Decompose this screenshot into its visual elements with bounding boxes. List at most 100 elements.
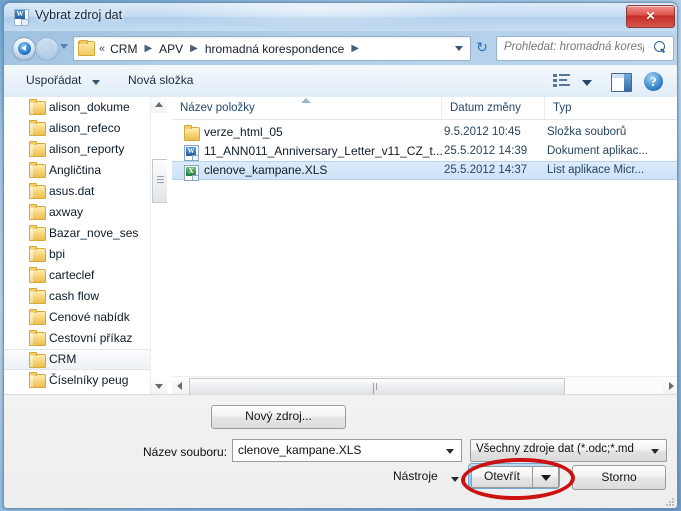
- forward-arrow-icon: [41, 42, 54, 55]
- refresh-icon[interactable]: ↻: [473, 38, 491, 56]
- breadcrumb-item-crm[interactable]: CRM: [108, 41, 139, 57]
- folder-icon: [29, 225, 46, 241]
- folder-icon: [29, 330, 46, 346]
- breadcrumb-item-apv[interactable]: APV: [157, 41, 185, 57]
- filename-input[interactable]: clenove_kampane.XLS: [232, 439, 462, 462]
- chevron-down-icon[interactable]: [455, 46, 463, 51]
- nav-tree-item-label: Cenové nabídk: [49, 310, 130, 324]
- open-dropdown-button[interactable]: [532, 466, 559, 488]
- file-row[interactable]: Xclenove_kampane.XLS 25.5.2012 14:37 List …: [172, 161, 677, 181]
- column-header-date[interactable]: Datum změny: [442, 97, 545, 119]
- close-button[interactable]: ✕: [626, 5, 675, 28]
- file-row[interactable]: verze_html_05 9.5.2012 10:45 Složka soubor…: [172, 123, 677, 142]
- file-list-pane: Název položky Datum změny Typ verze_html…: [172, 97, 677, 397]
- scroll-up-button[interactable]: [151, 97, 167, 113]
- dialog-footer: Nový zdroj... Název souboru: clenove_kam…: [4, 394, 677, 508]
- nav-tree-item-label: Angličtina: [49, 163, 102, 177]
- breadcrumb-item-hromadna-korespondence[interactable]: hromadná korespondence: [203, 41, 346, 57]
- file-date: 9.5.2012 10:45: [444, 126, 521, 138]
- chevron-down-icon[interactable]: [446, 449, 454, 454]
- navigation-pane-scrollbar[interactable]: [150, 97, 167, 394]
- scroll-left-button[interactable]: [172, 377, 188, 394]
- folder-icon: [29, 183, 46, 199]
- filename-label: Název souboru:: [143, 445, 228, 459]
- scrollbar-thumb[interactable]: [152, 159, 167, 203]
- sort-ascending-icon: [301, 98, 311, 103]
- chevron-down-icon[interactable]: [92, 80, 100, 85]
- list-view-icon[interactable]: [553, 74, 570, 90]
- chevron-down-icon[interactable]: [451, 477, 459, 482]
- nav-tree-item[interactable]: axway: [4, 202, 151, 223]
- help-icon[interactable]: ?: [644, 72, 663, 91]
- address-bar[interactable]: « CRM ▶ APV ▶ hromadná korespondence ▶: [73, 36, 471, 61]
- file-row[interactable]: W 11_ANN011_Anniversary_Letter_v11_CZ_t..…: [172, 142, 677, 161]
- breadcrumb-overflow[interactable]: «: [99, 43, 105, 55]
- new-folder-button[interactable]: Nová složka: [128, 73, 193, 87]
- nav-tree-item[interactable]: Bazar_nove_ses: [4, 223, 151, 244]
- nav-tree-item[interactable]: asus.dat: [4, 181, 151, 202]
- file-list: verze_html_05 9.5.2012 10:45 Složka soubor…: [172, 123, 677, 181]
- filename-value: clenove_kampane.XLS: [238, 443, 362, 457]
- nav-tree-item-label: asus.dat: [49, 184, 95, 198]
- preview-pane-icon[interactable]: [611, 73, 632, 92]
- tools-button[interactable]: Nástroje: [393, 469, 438, 483]
- search-icon: [654, 41, 667, 54]
- nav-tree-item[interactable]: alison_dokume: [4, 97, 151, 118]
- chevron-right-icon[interactable]: ▶: [351, 43, 359, 54]
- nav-tree-item[interactable]: cash flow: [4, 286, 151, 307]
- nav-tree-item-label: Číselníky peug: [49, 373, 129, 387]
- folder-icon: [29, 267, 46, 283]
- nav-tree-item[interactable]: alison_reporty: [4, 139, 151, 160]
- file-name: 11_ANN011_Anniversary_Letter_v11_CZ_t...: [204, 144, 443, 158]
- history-dropdown-icon[interactable]: [60, 44, 68, 49]
- nav-tree-item[interactable]: Číselníky peug: [4, 370, 151, 391]
- nav-tree-item[interactable]: bpi: [4, 244, 151, 265]
- folder-icon: [29, 204, 46, 220]
- forward-button[interactable]: [35, 37, 59, 61]
- folder-tree: alison_dokume alison_refeco alison_reporty…: [4, 97, 151, 391]
- nav-tree-item-label: alison_dokume: [49, 100, 130, 114]
- chevron-right-icon[interactable]: ▶: [190, 43, 198, 54]
- filetype-select[interactable]: Všechny zdroje dat (*.odc;*.md: [470, 439, 667, 462]
- nav-tree-item[interactable]: Angličtina: [4, 160, 151, 181]
- title-bar-glow: [154, 3, 484, 27]
- back-arrow-icon: [18, 42, 31, 55]
- folder-icon: [184, 125, 200, 141]
- navigation-pane: alison_dokume alison_refeco alison_reporty…: [4, 97, 167, 394]
- scroll-down-button[interactable]: [151, 378, 167, 394]
- open-button-group: Otevřít: [468, 463, 560, 489]
- folder-icon: [29, 141, 46, 157]
- nav-tree-item[interactable]: alison_refeco: [4, 118, 151, 139]
- open-button[interactable]: Otevřít: [471, 466, 533, 488]
- file-list-horizontal-scrollbar[interactable]: [172, 376, 677, 397]
- filetype-value: Všechny zdroje dat (*.odc;*.md: [476, 443, 634, 455]
- navigation-bar: « CRM ▶ APV ▶ hromadná korespondence ▶ ↻…: [4, 31, 677, 65]
- column-header-type[interactable]: Typ: [545, 97, 677, 119]
- scroll-right-button[interactable]: [663, 377, 677, 394]
- scrollbar-thumb[interactable]: [189, 378, 565, 397]
- content-area: alison_dokume alison_refeco alison_reporty…: [4, 97, 677, 397]
- resize-grip[interactable]: [664, 496, 676, 508]
- organize-button[interactable]: Uspořádat: [26, 73, 81, 87]
- new-source-button[interactable]: Nový zdroj...: [211, 405, 346, 429]
- command-toolbar: Uspořádat Nová složka ?: [4, 65, 677, 99]
- close-icon: ✕: [645, 9, 656, 23]
- nav-tree-item-label: alison_reporty: [49, 142, 125, 156]
- chevron-down-icon[interactable]: [582, 80, 592, 86]
- nav-tree-item-label: cash flow: [49, 289, 100, 303]
- nav-tree-item[interactable]: carteclef: [4, 265, 151, 286]
- nav-tree-item[interactable]: Cenové nabídk: [4, 307, 151, 328]
- chevron-down-icon: [651, 449, 659, 454]
- folder-icon: [29, 372, 46, 388]
- chevron-right-icon[interactable]: ▶: [144, 43, 152, 54]
- nav-tree-item[interactable]: CRM: [4, 349, 151, 370]
- breadcrumb: « CRM ▶ APV ▶ hromadná korespondence ▶: [76, 37, 364, 60]
- cancel-button[interactable]: Storno: [572, 465, 666, 490]
- file-type: Složka souborů: [547, 126, 627, 138]
- back-button[interactable]: [12, 37, 36, 61]
- nav-tree-item[interactable]: Cestovní příkaz: [4, 328, 151, 349]
- file-name: clenove_kampane.XLS: [204, 163, 328, 177]
- file-open-dialog: W Vybrat zdroj dat ✕ « CRM ▶ APV ▶ hroma…: [3, 2, 678, 509]
- folder-icon: [29, 352, 46, 368]
- search-input[interactable]: Prohledat: hromadná korespo...: [496, 36, 674, 61]
